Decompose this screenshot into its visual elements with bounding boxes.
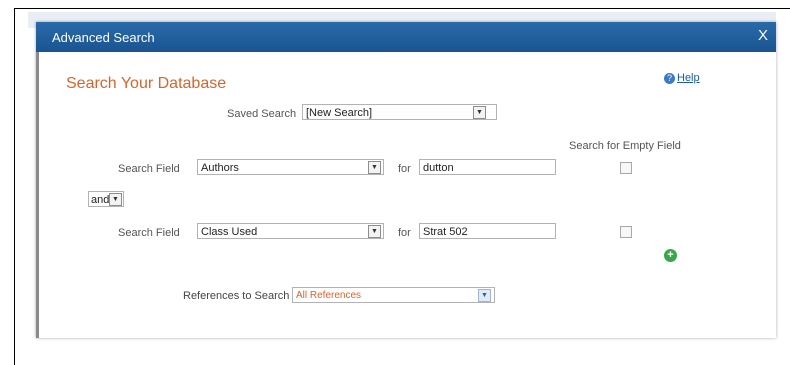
add-row-button[interactable]: + bbox=[664, 249, 677, 262]
outer-frame-top bbox=[14, 8, 790, 9]
search-field-select-1[interactable]: Authors bbox=[197, 159, 384, 175]
empty-field-checkbox-2[interactable] bbox=[620, 226, 632, 238]
empty-field-checkbox-1[interactable] bbox=[620, 162, 632, 174]
search-term-value-2: Strat 502 bbox=[423, 226, 468, 238]
search-term-value-1: dutton bbox=[423, 162, 454, 174]
advanced-search-dialog: Advanced Search X Search Your Database ?… bbox=[36, 22, 776, 338]
search-field-value-1: Authors bbox=[201, 162, 239, 174]
help-icon: ? bbox=[664, 72, 675, 84]
plus-circle-icon: + bbox=[667, 249, 674, 261]
for-label-2: for bbox=[398, 227, 411, 239]
help-label: Help bbox=[677, 72, 700, 84]
close-button[interactable]: X bbox=[758, 27, 768, 44]
operator-value: and bbox=[91, 194, 110, 206]
dialog-left-border bbox=[36, 52, 39, 338]
references-label: References to Search bbox=[183, 290, 290, 302]
chevron-down-icon[interactable]: ▼ bbox=[473, 106, 486, 119]
for-label-1: for bbox=[398, 163, 411, 175]
search-field-select-2[interactable]: Class Used bbox=[197, 223, 384, 239]
references-select[interactable]: All References bbox=[292, 287, 495, 303]
chevron-down-icon[interactable]: ▼ bbox=[368, 225, 381, 238]
search-field-label-1: Search Field bbox=[118, 163, 180, 175]
outer-frame-left bbox=[14, 8, 15, 365]
saved-search-select[interactable]: [New Search] bbox=[302, 104, 497, 120]
chevron-down-icon[interactable]: ▼ bbox=[478, 289, 491, 302]
search-term-input-2[interactable]: Strat 502 bbox=[419, 223, 556, 239]
saved-search-label: Saved Search bbox=[227, 108, 297, 120]
dialog-title: Advanced Search bbox=[52, 30, 155, 45]
search-field-label-2: Search Field bbox=[118, 227, 180, 239]
empty-field-header: Search for Empty Field bbox=[569, 140, 681, 152]
saved-search-value: [New Search] bbox=[306, 107, 373, 119]
search-term-input-1[interactable]: dutton bbox=[419, 159, 556, 175]
chevron-down-icon[interactable]: ▼ bbox=[109, 193, 122, 206]
chevron-down-icon[interactable]: ▼ bbox=[368, 161, 381, 174]
help-link[interactable]: ? Help bbox=[664, 72, 700, 84]
dialog-titlebar: Advanced Search X bbox=[36, 22, 776, 52]
page-heading: Search Your Database bbox=[66, 75, 227, 92]
references-value: All References bbox=[296, 290, 362, 301]
search-field-value-2: Class Used bbox=[201, 226, 258, 238]
